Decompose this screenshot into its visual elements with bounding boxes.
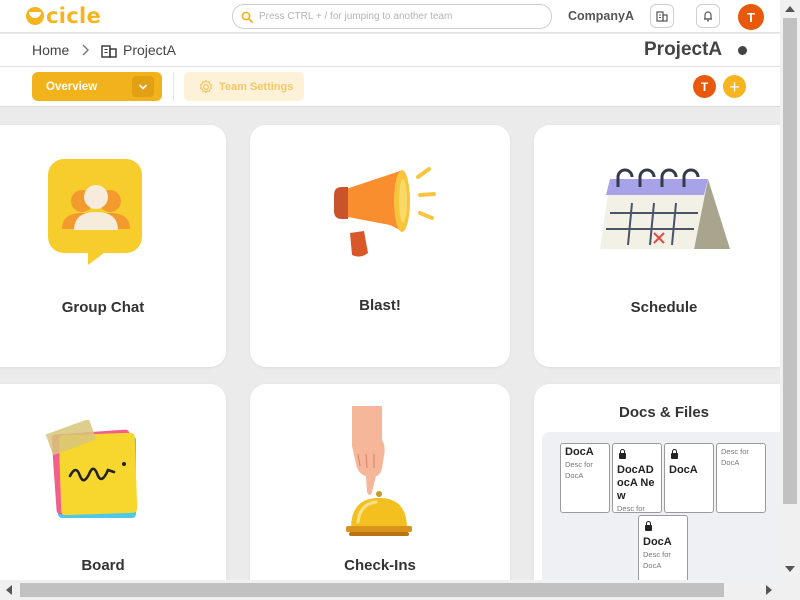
group-chat-card[interactable]: Group Chat — [0, 125, 226, 367]
tab-team-settings[interactable]: Team Settings — [184, 72, 304, 101]
chevron-right-icon — [82, 44, 89, 56]
tab-divider — [173, 72, 174, 101]
sticky-notes-icon — [46, 420, 138, 518]
top-bar: cicle CompanyA T — [0, 0, 780, 33]
docs-files-title: Docs & Files — [618, 404, 710, 421]
lock-icon — [645, 521, 652, 531]
board-title: Board — [81, 557, 125, 574]
vertical-scroll-thumb[interactable] — [783, 18, 797, 504]
app-logo[interactable]: cicle — [26, 4, 101, 28]
doc-item[interactable]: DocA Desc for DocA — [638, 515, 688, 585]
doc-desc: Desc for — [617, 504, 645, 513]
logo-text: cicle — [46, 4, 102, 28]
scroll-left-icon[interactable] — [6, 585, 12, 595]
check-ins-card[interactable]: Check-Ins — [250, 384, 510, 600]
doc-item[interactable]: DocADocA New Desc for — [612, 443, 662, 513]
doc-name: DocA — [643, 536, 672, 548]
check-ins-title: Check-Ins — [344, 557, 416, 574]
status-dot — [738, 46, 747, 55]
lock-icon — [671, 449, 678, 459]
breadcrumb: Home ProjectA ProjectA — [0, 34, 780, 67]
doc-desc: Desc for DocA — [565, 460, 593, 480]
breadcrumb-project[interactable]: ProjectA — [123, 42, 176, 58]
doc-desc: Desc for DocA — [643, 550, 671, 570]
vertical-scrollbar[interactable] — [780, 0, 800, 580]
tab-overview[interactable]: Overview — [32, 72, 162, 101]
board-card[interactable]: Board — [0, 384, 226, 600]
team-search[interactable] — [232, 4, 552, 29]
tab-team-settings-label: Team Settings — [219, 80, 294, 93]
schedule-title: Schedule — [630, 299, 698, 316]
notifications-button[interactable] — [696, 4, 720, 28]
page-title: ProjectA — [644, 39, 723, 60]
user-avatar[interactable]: T — [738, 4, 764, 30]
scroll-down-icon[interactable] — [785, 566, 795, 572]
company-button[interactable] — [650, 4, 674, 28]
doc-desc: Desc for DocA — [721, 447, 749, 467]
lock-icon — [619, 449, 626, 459]
chevron-down-icon — [138, 83, 148, 90]
add-member-button[interactable]: + — [723, 75, 746, 98]
group-chat-icon — [48, 159, 142, 265]
tab-bar: Overview Team Settings T + — [0, 67, 780, 107]
building-icon — [101, 45, 117, 58]
bell-icon — [704, 11, 712, 22]
tab-overview-label: Overview — [46, 80, 98, 93]
doc-name: DocA — [565, 446, 594, 458]
doc-name: DocADocA New — [617, 464, 655, 502]
service-bell-icon — [346, 406, 412, 536]
search-icon — [241, 11, 253, 23]
breadcrumb-home[interactable]: Home — [32, 42, 69, 58]
horizontal-scrollbar[interactable] — [0, 580, 800, 600]
blast-card[interactable]: Blast! — [250, 125, 510, 367]
gear-icon — [199, 79, 213, 93]
horizontal-scroll-thumb[interactable] — [20, 583, 724, 597]
doc-item[interactable]: Desc for DocA — [716, 443, 766, 513]
group-chat-title: Group Chat — [61, 299, 145, 316]
scroll-right-icon[interactable] — [766, 585, 772, 595]
doc-name: DocA — [669, 464, 698, 476]
docs-panel: DocA Desc for DocA DocADocA New Desc for… — [542, 432, 786, 592]
scroll-up-icon[interactable] — [785, 6, 795, 12]
company-name[interactable]: CompanyA — [568, 9, 634, 23]
docs-files-card[interactable]: Docs & Files DocA Desc for DocA DocADocA… — [534, 384, 794, 600]
member-avatar[interactable]: T — [693, 75, 716, 98]
search-input[interactable] — [259, 11, 539, 22]
schedule-card[interactable]: Schedule — [534, 125, 794, 367]
calendar-icon — [600, 168, 730, 249]
blast-title: Blast! — [359, 297, 401, 314]
building-icon — [656, 11, 668, 22]
doc-item[interactable]: DocA Desc for DocA — [560, 443, 610, 513]
doc-item[interactable]: DocA — [664, 443, 714, 513]
megaphone-icon — [334, 167, 436, 257]
overview-dropdown-button[interactable] — [132, 76, 154, 97]
logo-mark — [26, 7, 44, 25]
